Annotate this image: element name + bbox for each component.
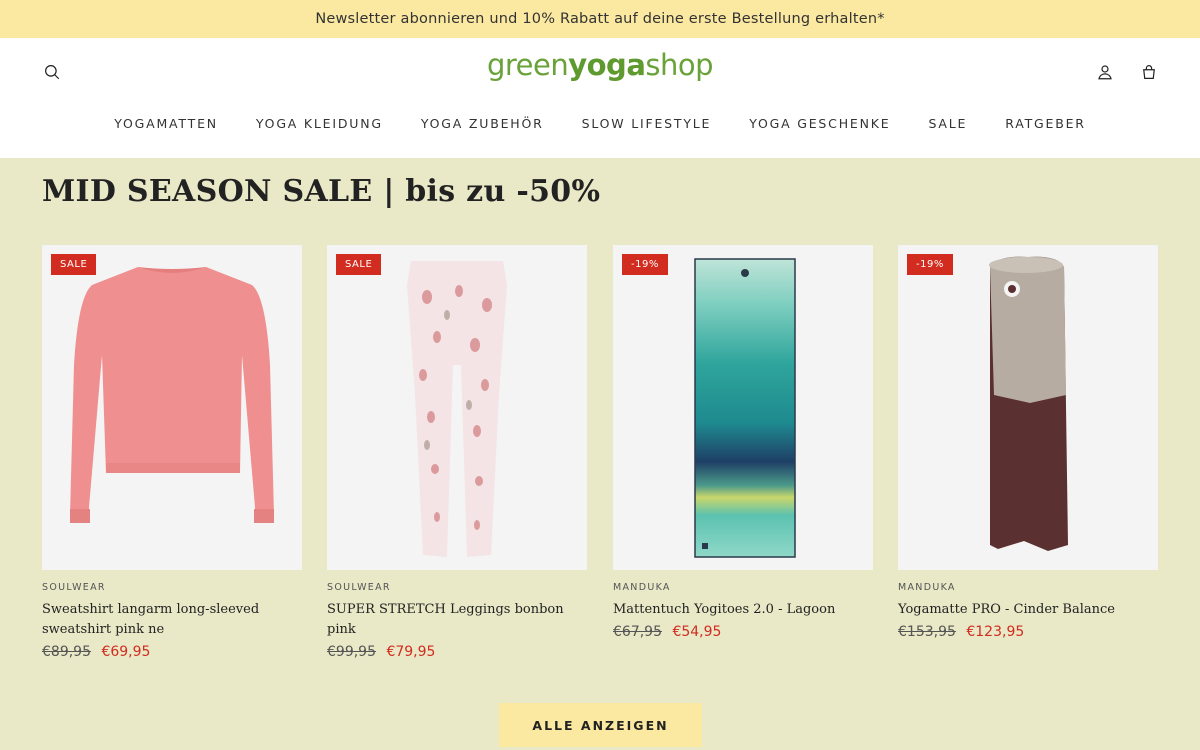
sale-badge: SALE: [51, 254, 97, 275]
product-card[interactable]: SALE SOULWEAR SUPER STRETCH Leggings bon…: [327, 245, 587, 660]
logo-part-yoga: yoga: [568, 48, 646, 82]
view-all-button[interactable]: ALLE ANZEIGEN: [499, 703, 702, 747]
nav-item-yoga-kleidung[interactable]: YOGA KLEIDUNG: [256, 116, 383, 131]
leggings-image: [327, 245, 587, 570]
logo[interactable]: greenyogashop: [0, 48, 1200, 82]
product-brand[interactable]: SOULWEAR: [42, 582, 302, 593]
user-icon[interactable]: [1093, 60, 1117, 84]
product-image[interactable]: -19%: [613, 245, 873, 570]
product-brand[interactable]: SOULWEAR: [327, 582, 587, 593]
nav-item-yoga-geschenke[interactable]: YOGA GESCHENKE: [749, 116, 890, 131]
site-header: greenyogashop YOGAMATTEN YOGA KLEIDUNG Y…: [0, 38, 1200, 158]
old-price: €89,95: [42, 644, 91, 660]
product-card[interactable]: -19% MANDUKA Yogamatte PRO - Cinder Bala…: [898, 245, 1158, 640]
sale-badge: SALE: [336, 254, 382, 275]
mat-towel-image: [613, 245, 873, 570]
sale-price: €79,95: [386, 644, 436, 660]
product-prices: €67,95 €54,95: [613, 624, 873, 640]
product-image[interactable]: SALE: [42, 245, 302, 570]
product-prices: €89,95 €69,95: [42, 644, 302, 660]
discount-badge: -19%: [622, 254, 668, 275]
product-brand[interactable]: MANDUKA: [898, 582, 1158, 593]
yoga-mat-image: [898, 245, 1158, 570]
product-image[interactable]: -19%: [898, 245, 1158, 570]
announcement-text[interactable]: Newsletter abonnieren und 10% Rabatt auf…: [315, 11, 884, 27]
product-brand[interactable]: MANDUKA: [613, 582, 873, 593]
bag-icon[interactable]: [1137, 60, 1161, 84]
old-price: €153,95: [898, 624, 956, 640]
product-title[interactable]: Sweatshirt langarm long-sleeved sweatshi…: [42, 600, 302, 640]
product-prices: €153,95 €123,95: [898, 624, 1158, 640]
product-card[interactable]: -19% MANDUKA Mattentuch Yogitoes 2.0 - L…: [613, 245, 873, 640]
product-card[interactable]: SALE SOULWEAR Sweatshirt langarm long-sl…: [42, 245, 302, 660]
nav-item-sale[interactable]: SALE: [928, 116, 967, 131]
logo-part-shop: shop: [645, 48, 714, 82]
main-nav: YOGAMATTEN YOGA KLEIDUNG YOGA ZUBEHÖR SL…: [0, 116, 1200, 131]
sweatshirt-image: [42, 245, 302, 570]
logo-part-green: green: [486, 48, 569, 82]
product-title[interactable]: Mattentuch Yogitoes 2.0 - Lagoon: [613, 600, 873, 620]
nav-item-slow-lifestyle[interactable]: SLOW LIFESTYLE: [582, 116, 712, 131]
product-title[interactable]: Yogamatte PRO - Cinder Balance: [898, 600, 1158, 620]
section-title: MID SEASON SALE | bis zu -50%: [42, 174, 601, 209]
product-prices: €99,95 €79,95: [327, 644, 587, 660]
sale-price: €123,95: [966, 624, 1025, 640]
sale-price: €54,95: [672, 624, 722, 640]
nav-item-yogamatten[interactable]: YOGAMATTEN: [114, 116, 218, 131]
old-price: €67,95: [613, 624, 662, 640]
product-title[interactable]: SUPER STRETCH Leggings bonbon pink: [327, 600, 587, 640]
old-price: €99,95: [327, 644, 376, 660]
announcement-bar[interactable]: Newsletter abonnieren und 10% Rabatt auf…: [0, 0, 1200, 38]
discount-badge: -19%: [907, 254, 953, 275]
nav-item-yoga-zubehoer[interactable]: YOGA ZUBEHÖR: [421, 116, 544, 131]
product-image[interactable]: SALE: [327, 245, 587, 570]
nav-item-ratgeber[interactable]: RATGEBER: [1005, 116, 1086, 131]
sale-price: €69,95: [101, 644, 151, 660]
